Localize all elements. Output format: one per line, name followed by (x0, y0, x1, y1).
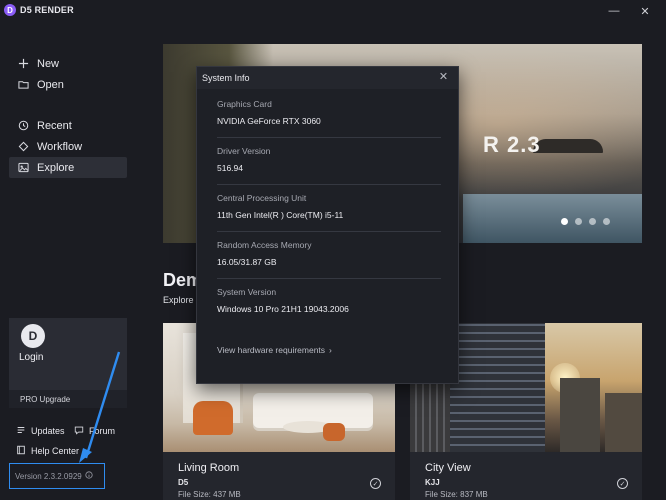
divider (217, 137, 441, 138)
sidebar-item-open[interactable]: Open (9, 74, 127, 95)
chevron-right-icon: › (329, 345, 332, 355)
help-center-link[interactable]: Help Center (16, 445, 79, 457)
card-author: D5 (178, 478, 189, 487)
hero-umbrella (533, 139, 603, 153)
info-label: Random Access Memory (217, 240, 312, 250)
minimize-button[interactable]: — (605, 2, 623, 20)
info-icon (85, 471, 93, 481)
info-value: Windows 10 Pro 21H1 19043.2006 (217, 304, 349, 314)
explore-icon (18, 162, 29, 173)
carousel-dot[interactable] (589, 218, 596, 225)
info-label: Central Processing Unit (217, 193, 307, 203)
pro-upgrade-button[interactable]: PRO Upgrade (9, 390, 127, 408)
sidebar-item-new[interactable]: New (9, 53, 127, 74)
updates-icon (16, 425, 26, 437)
info-cpu: Central Processing Unit 11th Gen Intel(R… (217, 193, 441, 220)
card-file-size: File Size: 837 MB (425, 490, 488, 499)
version-label: Version 2.3.2.0929 (15, 471, 82, 481)
card-author: KJJ (425, 478, 440, 487)
info-label: Driver Version (217, 146, 271, 156)
card-title: Living Room (178, 462, 240, 474)
card-file-size: File Size: 437 MB (178, 490, 241, 499)
divider (217, 184, 441, 185)
close-window-button[interactable]: ✕ (636, 2, 654, 20)
info-value: 516.94 (217, 163, 243, 173)
updates-label: Updates (31, 426, 65, 436)
divider (217, 231, 441, 232)
divider (217, 278, 441, 279)
forum-icon (74, 425, 84, 437)
info-label: Graphics Card (217, 99, 272, 109)
sidebar-item-recent[interactable]: Recent (9, 115, 127, 136)
info-system-version: System Version Windows 10 Pro 21H1 19043… (217, 287, 441, 314)
hardware-link-label: View hardware requirements (217, 345, 326, 355)
updates-link[interactable]: Updates (16, 425, 65, 437)
title-bar: D D5 RENDER — ✕ (0, 0, 666, 22)
info-driver-version: Driver Version 516.94 (217, 146, 441, 173)
help-center-label: Help Center (31, 446, 80, 456)
forum-label: Forum (89, 426, 116, 436)
info-ram: Random Access Memory 16.05/31.87 GB (217, 240, 441, 267)
info-value: 16.05/31.87 GB (217, 257, 277, 267)
sidebar-item-label: Open (37, 78, 64, 91)
close-icon[interactable]: ✕ (438, 72, 449, 83)
sidebar-item-workflow[interactable]: Workflow (9, 136, 127, 157)
hardware-requirements-link[interactable]: View hardware requirements › (217, 345, 332, 355)
sidebar-item-label: Workflow (37, 140, 83, 153)
dialog-header: System Info (197, 67, 458, 89)
forum-link[interactable]: Forum (74, 425, 115, 437)
dialog-title: System Info (202, 73, 250, 83)
check-icon[interactable]: ✓ (617, 478, 628, 489)
book-icon (16, 445, 26, 457)
system-info-dialog: System Info ✕ Graphics Card NVIDIA GeFor… (196, 66, 459, 384)
card-title: City View (425, 462, 471, 474)
clock-icon (18, 120, 29, 131)
info-label: System Version (217, 287, 277, 297)
sidebar-item-label: Explore (37, 161, 75, 174)
hero-title: R 2.3 (483, 132, 541, 157)
workflow-icon (18, 141, 29, 152)
info-graphics-card: Graphics Card NVIDIA GeForce RTX 3060 (217, 99, 441, 126)
version-indicator[interactable]: Version 2.3.2.0929 (9, 463, 105, 489)
carousel-dot[interactable] (603, 218, 610, 225)
login-link[interactable]: Login (19, 352, 43, 363)
app-title: D5 RENDER (20, 5, 74, 15)
check-icon[interactable]: ✓ (370, 478, 381, 489)
app-logo-icon: D (4, 4, 16, 16)
sidebar-item-label: Recent (37, 119, 72, 132)
folder-icon (18, 79, 29, 90)
hero-pool (463, 194, 642, 243)
carousel-dot[interactable] (575, 218, 582, 225)
carousel-dot[interactable] (561, 218, 568, 225)
sidebar-item-label: New (37, 57, 60, 70)
info-value: 11th Gen Intel(R ) Core(TM) i5-11 (217, 210, 344, 220)
sidebar-item-explore[interactable]: Explore (9, 157, 127, 178)
carousel-dots (561, 218, 610, 225)
section-subtitle: Explore l (163, 295, 199, 305)
avatar[interactable]: D (21, 324, 45, 348)
info-value: NVIDIA GeForce RTX 3060 (217, 116, 321, 126)
login-card[interactable]: D Login (9, 318, 127, 390)
plus-icon (18, 58, 29, 69)
